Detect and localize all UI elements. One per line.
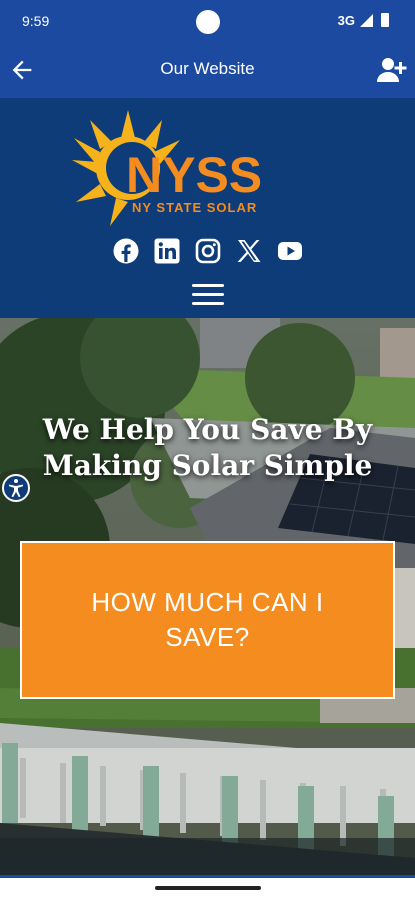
instagram-icon[interactable]: [195, 238, 221, 264]
status-bar: 9:59 3G: [0, 0, 415, 42]
status-time: 9:59: [22, 13, 50, 29]
linkedin-icon[interactable]: [154, 238, 180, 264]
camera-cutout: [196, 10, 220, 34]
facebook-icon[interactable]: [113, 238, 139, 264]
hero-heading: We Help You Save By Making Solar Simple: [42, 413, 373, 483]
home-indicator[interactable]: [155, 886, 261, 890]
youtube-icon[interactable]: [277, 238, 303, 264]
battery-icon: [381, 13, 389, 27]
nav-bar-divider: [0, 875, 415, 878]
how-much-can-i-save-button[interactable]: HOW MUCH CAN I SAVE?: [20, 541, 395, 699]
app-bar: Our Website: [0, 42, 415, 98]
hero-section: We Help You Save By Making Solar Simple …: [0, 318, 415, 875]
x-icon[interactable]: [236, 238, 262, 264]
app-screen: 9:59 3G Our Website NYSS NY STATE SOLAR …: [0, 0, 415, 900]
network-type: 3G: [337, 13, 355, 28]
page-title: Our Website: [160, 59, 255, 78]
system-nav-bar: [0, 875, 415, 900]
nyss-logo[interactable]: NYSS NY STATE SOLAR: [70, 104, 310, 232]
social-links: [0, 238, 415, 264]
site-header: NYSS NY STATE SOLAR: [0, 98, 415, 318]
logo-tagline-text: NY STATE SOLAR: [132, 200, 257, 215]
signal-icon: [360, 14, 373, 27]
logo-brand-text: NYSS: [126, 147, 262, 203]
add-user-icon[interactable]: [375, 56, 407, 84]
hamburger-menu-icon[interactable]: [192, 284, 224, 306]
